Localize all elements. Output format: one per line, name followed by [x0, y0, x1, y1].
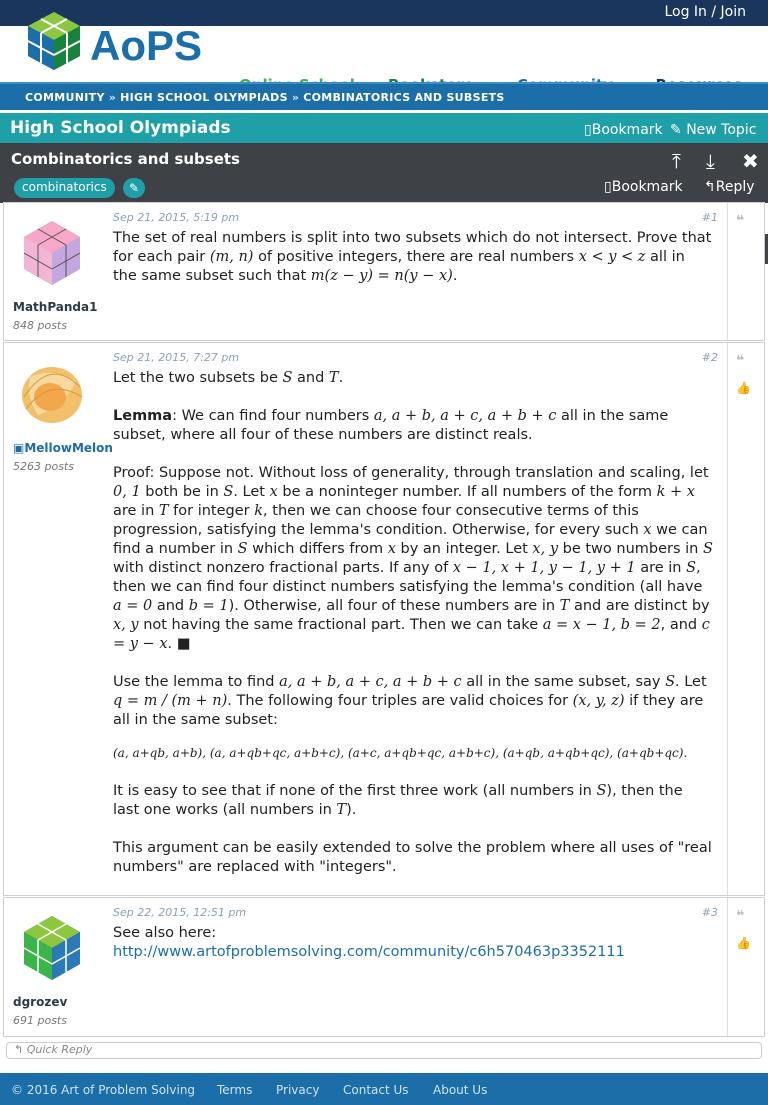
edit-icon: ✎ [670, 122, 682, 138]
forum-title[interactable]: High School Olympiads [10, 118, 231, 138]
footer: © 2016 Art of Problem Solving Terms Priv… [0, 1073, 768, 1105]
forum-header: High School Olympiads ▯Bookmark ✎ New To… [0, 113, 768, 143]
online-status-icon: ▣ [13, 441, 25, 455]
footer-copyright: © 2016 Art of Problem Solving [11, 1083, 196, 1097]
post-sidebar: ❝ [727, 203, 764, 340]
new-topic-button[interactable]: ✎ New Topic [670, 122, 756, 138]
scroll-top-icon[interactable]: ⤒ [672, 149, 681, 173]
post-date: Sep 21, 2015, 5:19 pm [113, 211, 240, 224]
pencil-icon: ✎ [128, 181, 140, 195]
post-number[interactable]: #1 [702, 211, 718, 224]
author-post-count: 848 posts [13, 319, 67, 332]
reply-button[interactable]: ↰Reply [704, 179, 755, 195]
breadcrumb-topic[interactable]: COMBINATORICS AND SUBSETS [303, 91, 504, 104]
post-body: See also here: http://www.artofproblemso… [113, 925, 625, 960]
topic-bookmark-button[interactable]: ▯Bookmark [604, 179, 683, 195]
breadcrumb-forum[interactable]: HIGH SCHOOL OLYMPIADS [120, 91, 288, 104]
aops-logo[interactable]: AoPS [22, 8, 212, 84]
topic-title: Combinatorics and subsets [11, 150, 240, 168]
avatar[interactable] [20, 217, 84, 289]
post-date: Sep 21, 2015, 7:27 pm [113, 351, 240, 364]
author-name[interactable]: ▣MellowMelon [13, 441, 113, 455]
thumbs-up-icon[interactable]: 👍 [736, 936, 751, 950]
quote-icon[interactable]: ❝ [736, 353, 744, 369]
post-number[interactable]: #2 [702, 351, 718, 364]
post-body: The set of real numbers is split into tw… [113, 230, 712, 284]
breadcrumb-community[interactable]: COMMUNITY [25, 91, 105, 104]
quote-icon[interactable]: ❝ [736, 213, 744, 229]
scroll-bottom-icon[interactable]: ⤓ [706, 149, 715, 173]
post-3: dgrozev 691 posts Sep 22, 2015, 12:51 pm… [3, 897, 765, 1037]
post-body: Let the two subsets be S and T. Lemma: W… [113, 370, 713, 875]
logo-cube-icon [27, 12, 81, 70]
author-post-count: 5263 posts [13, 460, 74, 473]
breadcrumb: COMMUNITY» HIGH SCHOOL OLYMPIADS» COMBINAT… [0, 82, 768, 110]
footer-contact-link[interactable]: Contact Us [343, 1083, 409, 1097]
bookmark-icon: ▯ [584, 122, 592, 138]
post-date: Sep 22, 2015, 12:51 pm [113, 906, 247, 919]
post-1: MathPanda1 848 posts Sep 21, 2015, 5:19 … [3, 202, 765, 341]
post-2: ▣MellowMelon 5263 posts Sep 21, 2015, 7:… [3, 342, 765, 896]
author-post-count: 691 posts [13, 1014, 67, 1027]
header: AoPS Online School Bookstore Community R… [0, 12, 768, 105]
topic-header: Combinatorics and subsets ⤒ ⤓ ✖ combinat… [0, 143, 768, 203]
footer-about-link[interactable]: About Us [433, 1083, 487, 1097]
post-sidebar: ❝ 👍 [727, 898, 764, 1036]
quote-icon[interactable]: ❝ [736, 908, 744, 924]
footer-terms-link[interactable]: Terms [217, 1083, 252, 1097]
post-link[interactable]: http://www.artofproblemsolving.com/commu… [113, 944, 625, 960]
thumbs-up-icon[interactable]: 👍 [736, 381, 751, 395]
author-name[interactable]: MathPanda1 [13, 300, 97, 314]
reply-icon: ↰ [14, 1043, 24, 1056]
author-name[interactable]: dgrozev [13, 995, 67, 1009]
reply-icon: ↰ [704, 179, 716, 195]
quick-reply-button[interactable]: ↰ Quick Reply [6, 1042, 762, 1059]
login-link[interactable]: Log In / Join [664, 4, 746, 20]
avatar[interactable] [20, 912, 84, 984]
close-icon[interactable]: ✖ [742, 149, 759, 173]
avatar[interactable] [20, 357, 84, 429]
tag-combinatorics[interactable]: combinatorics [14, 178, 115, 198]
forum-bookmark-button[interactable]: ▯Bookmark [584, 122, 663, 138]
footer-privacy-link[interactable]: Privacy [276, 1083, 319, 1097]
svg-text:AoPS: AoPS [90, 22, 202, 69]
post-number[interactable]: #3 [702, 906, 718, 919]
bookmark-icon: ▯ [604, 179, 612, 195]
edit-tags-button[interactable]: ✎ [123, 178, 145, 198]
post-sidebar: ❝ 👍 [727, 343, 764, 895]
